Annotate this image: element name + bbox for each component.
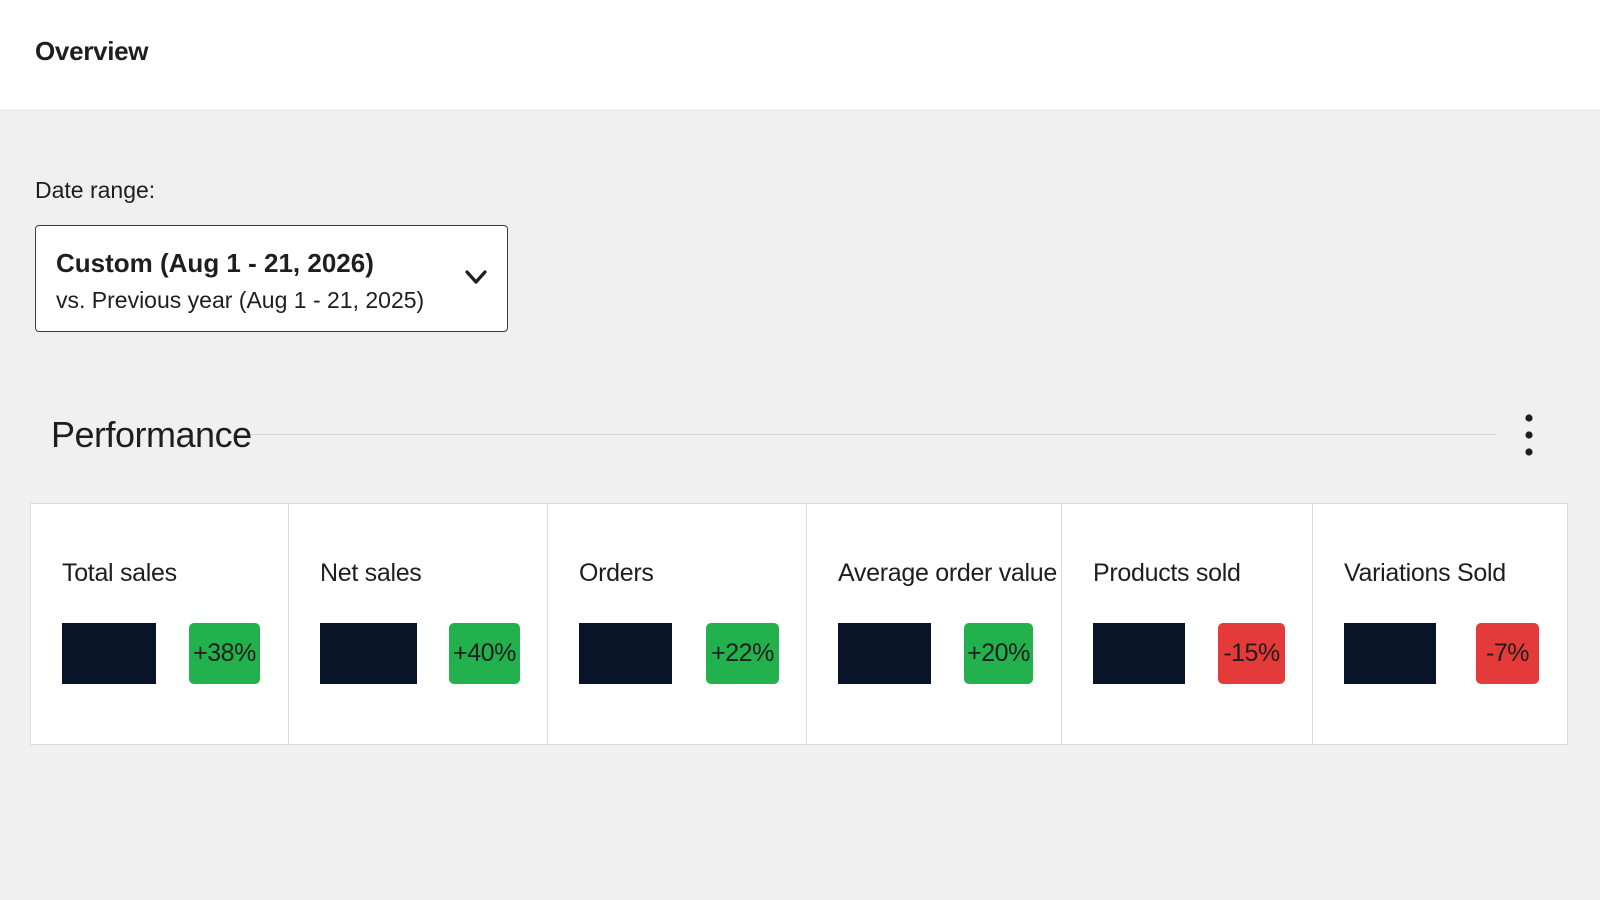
performance-heading: Performance	[51, 414, 252, 455]
redacted-value	[62, 623, 156, 684]
page-title: Overview	[35, 36, 149, 66]
card-variations-sold[interactable]: Variations Sold -7%	[1313, 504, 1567, 744]
card-label: Total sales	[62, 559, 177, 587]
redacted-value	[320, 623, 417, 684]
redacted-value	[1344, 623, 1436, 684]
top-bar: Overview	[0, 0, 1600, 109]
delta-badge: +38%	[189, 623, 260, 684]
card-label: Orders	[579, 559, 654, 587]
date-range-label: Date range:	[35, 177, 156, 203]
card-products-sold[interactable]: Products sold -15%	[1062, 504, 1313, 744]
date-range-comparison: vs. Previous year (Aug 1 - 21, 2025)	[56, 287, 425, 313]
delta-badge: +40%	[449, 623, 520, 684]
card-total-sales[interactable]: Total sales +38%	[31, 504, 289, 744]
delta-badge: +22%	[706, 623, 779, 684]
vertical-ellipsis-icon[interactable]	[1514, 412, 1544, 460]
card-orders[interactable]: Orders +22%	[548, 504, 807, 744]
date-range-primary: Custom (Aug 1 - 21, 2026)	[56, 248, 374, 278]
card-label: Variations Sold	[1344, 559, 1506, 587]
section-divider	[250, 434, 1496, 435]
card-net-sales[interactable]: Net sales +40%	[289, 504, 548, 744]
date-range-dropdown[interactable]: Custom (Aug 1 - 21, 2026) vs. Previous y…	[35, 225, 508, 332]
chevron-down-icon	[465, 270, 487, 284]
card-label: Net sales	[320, 559, 422, 587]
redacted-value	[579, 623, 672, 684]
delta-badge: -7%	[1476, 623, 1539, 684]
redacted-value	[838, 623, 931, 684]
delta-badge: -15%	[1218, 623, 1285, 684]
delta-badge: +20%	[964, 623, 1033, 684]
performance-cards: Total sales +38% Net sales +40% Orders +…	[30, 503, 1568, 745]
card-label: Average order value	[838, 559, 1057, 587]
card-label: Products sold	[1093, 559, 1241, 587]
card-average-order-value[interactable]: Average order value +20%	[807, 504, 1062, 744]
redacted-value	[1093, 623, 1185, 684]
